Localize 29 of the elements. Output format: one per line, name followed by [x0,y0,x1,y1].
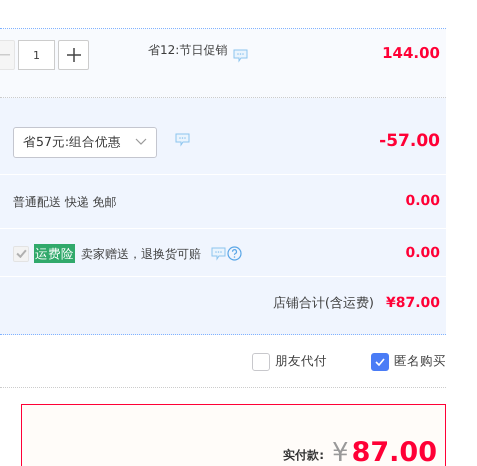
shipping-method: 普通配送 快递 免邮 [13,194,117,210]
payment-amount: 87.00 [352,439,437,466]
option-checkbox[interactable]: 朋友代付 [252,352,327,371]
checkmark-icon [16,249,26,258]
option-checkbox[interactable]: 匿名购买 [371,352,446,371]
store-total-amount: ¥87.00 [386,294,440,313]
insurance-text: 卖家赠送，退换货可赔 [81,246,201,262]
chevron-down-icon [135,138,147,146]
quantity-field[interactable]: 1 [18,40,55,70]
insurance-amount: 0.00 [405,244,440,263]
shipping-amount: 0.00 [405,192,440,211]
chat-icon[interactable] [233,49,248,63]
checkbox-icon[interactable] [252,352,270,370]
insurance-badge: 运费险 [34,244,75,263]
currency-symbol: ¥ [332,440,349,466]
promotion-text: 省12:节日促销 [148,42,228,59]
checkmark-icon [375,358,385,366]
help-icon[interactable] [227,246,242,261]
item-price: 144.00 [382,43,440,64]
plus-icon [66,48,80,62]
payment-label: 实付款: [283,447,324,464]
discount-amount: -57.00 [379,130,440,154]
minus-icon [0,54,10,56]
chat-icon[interactable] [211,246,226,260]
discount-dropdown[interactable]: 省57元:组合优惠 [13,126,157,158]
checkbox-icon[interactable] [371,352,389,370]
increase-button[interactable] [58,40,89,70]
chat-icon[interactable] [175,133,190,147]
store-total-label: 店铺合计(含运费) [272,294,374,313]
